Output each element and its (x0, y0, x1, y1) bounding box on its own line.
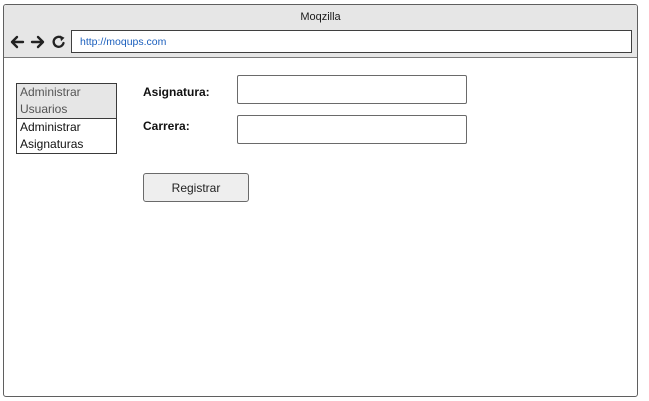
sidebar-item-label-line1: Administrar (20, 85, 81, 99)
window-title: Moqzilla (300, 10, 341, 23)
carrera-label: Carrera: (143, 119, 190, 133)
asignatura-label: Asignatura: (143, 85, 210, 99)
asignatura-input[interactable] (237, 75, 467, 104)
carrera-input[interactable] (237, 115, 467, 144)
title-bar: Moqzilla (4, 5, 637, 28)
registrar-button-label: Registrar (171, 180, 221, 195)
sidebar-menu: Administrar Usuarios Administrar Asignat… (16, 83, 117, 154)
sidebar-item-label-line1: Administrar (20, 120, 81, 134)
sidebar-item-label-line2: Usuarios (20, 102, 68, 116)
arrow-right-icon[interactable] (30, 34, 46, 50)
registrar-button[interactable]: Registrar (143, 173, 249, 202)
address-bar[interactable]: http://moqups.com (71, 30, 632, 53)
browser-toolbar: http://moqups.com (4, 28, 637, 58)
refresh-icon[interactable] (51, 34, 67, 50)
arrow-left-icon[interactable] (9, 34, 25, 50)
sidebar-item-administrar-usuarios[interactable]: Administrar Usuarios (17, 84, 116, 119)
sidebar-item-administrar-asignaturas[interactable]: Administrar Asignaturas (17, 119, 116, 153)
url-text: http://moqups.com (80, 35, 167, 48)
browser-window: Moqzilla http://moqups.com Administrar U… (3, 4, 638, 397)
sidebar-item-label-line2: Asignaturas (20, 137, 84, 151)
